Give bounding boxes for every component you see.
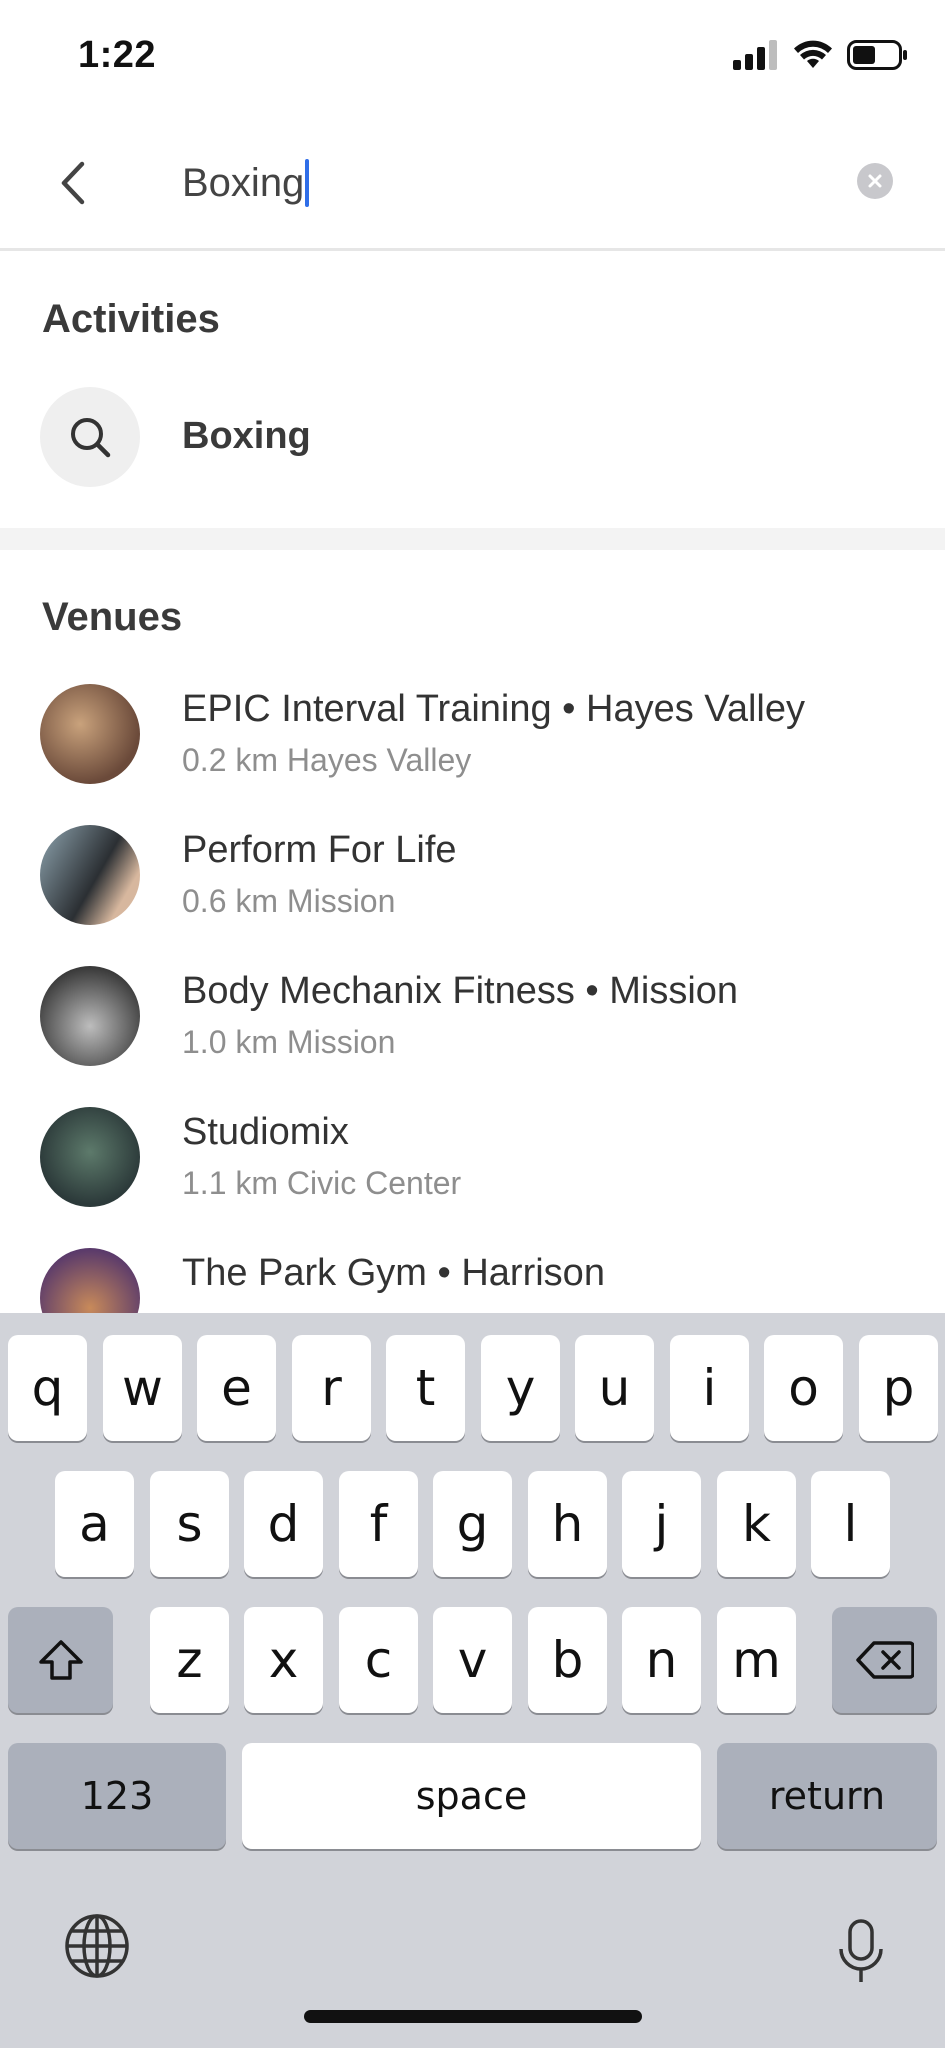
venue-distance: 0.2 km Hayes Valley [182, 742, 472, 778]
key-i[interactable]: i [670, 1335, 749, 1441]
key-y[interactable]: y [481, 1335, 560, 1441]
venue-name: Perform For Life [182, 829, 457, 871]
wifi-icon [794, 40, 832, 68]
key-s[interactable]: s [150, 1471, 229, 1577]
backspace-icon [855, 1641, 914, 1679]
space-key[interactable]: space [242, 1743, 701, 1849]
key-j[interactable]: j [622, 1471, 701, 1577]
section-divider [0, 528, 945, 550]
venue-distance: 1.0 km Mission [182, 1024, 396, 1060]
venue-avatar [40, 684, 140, 784]
key-p[interactable]: p [859, 1335, 938, 1441]
venue-avatar [40, 966, 140, 1066]
status-bar: 1:22 [0, 0, 945, 115]
venue-item[interactable]: Body Mechanix Fitness • Mission 1.0 km M… [0, 962, 945, 1082]
numbers-key-label: 123 [80, 1774, 154, 1818]
venue-name: Studiomix [182, 1111, 349, 1153]
key-h[interactable]: h [528, 1471, 607, 1577]
activity-label: Boxing [182, 415, 311, 457]
home-indicator [304, 2010, 642, 2023]
return-key-label: return [768, 1774, 886, 1818]
venue-distance: 1.1 km Civic Center [182, 1165, 462, 1201]
key-l[interactable]: l [811, 1471, 890, 1577]
dictation-key[interactable] [836, 1919, 886, 1985]
status-icons [733, 40, 909, 70]
chevron-left-icon [61, 161, 85, 205]
close-icon [868, 174, 882, 188]
key-x[interactable]: x [244, 1607, 323, 1713]
key-b[interactable]: b [528, 1607, 607, 1713]
venue-distance: 0.6 km Mission [182, 883, 396, 919]
key-g[interactable]: g [433, 1471, 512, 1577]
shift-arrow-icon [38, 1640, 83, 1680]
activities-section-title: Activities [42, 297, 220, 341]
venue-avatar [40, 825, 140, 925]
shift-key[interactable] [8, 1607, 113, 1713]
key-w[interactable]: w [103, 1335, 182, 1441]
key-a[interactable]: a [55, 1471, 134, 1577]
delete-key[interactable] [832, 1607, 937, 1713]
activity-item[interactable]: Boxing [0, 385, 945, 489]
key-k[interactable]: k [717, 1471, 796, 1577]
key-t[interactable]: t [386, 1335, 465, 1441]
clear-search-button[interactable] [857, 163, 893, 199]
key-o[interactable]: o [764, 1335, 843, 1441]
search-icon [71, 418, 111, 458]
battery-icon [847, 40, 907, 70]
status-time: 1:22 [78, 34, 157, 76]
key-m[interactable]: m [717, 1607, 796, 1713]
search-header [0, 115, 945, 251]
venue-avatar [40, 1107, 140, 1207]
key-d[interactable]: d [244, 1471, 323, 1577]
key-e[interactable]: e [197, 1335, 276, 1441]
venue-name: EPIC Interval Training • Hayes Valley [182, 688, 805, 730]
key-r[interactable]: r [292, 1335, 371, 1441]
back-button[interactable] [44, 155, 100, 211]
space-key-label: space [415, 1774, 528, 1818]
globe-icon [65, 1914, 129, 1978]
activity-icon-circle [40, 387, 140, 487]
microphone-icon [839, 1919, 883, 1982]
search-input[interactable] [182, 151, 822, 215]
text-cursor [305, 159, 309, 207]
key-v[interactable]: v [433, 1607, 512, 1713]
venue-name: The Park Gym • Harrison [182, 1252, 605, 1294]
key-z[interactable]: z [150, 1607, 229, 1713]
key-u[interactable]: u [575, 1335, 654, 1441]
return-key[interactable]: return [717, 1743, 937, 1849]
key-c[interactable]: c [339, 1607, 418, 1713]
cellular-signal-icon [733, 40, 777, 70]
venue-name: Body Mechanix Fitness • Mission [182, 970, 739, 1012]
venue-item[interactable]: Studiomix 1.1 km Civic Center [0, 1103, 945, 1223]
globe-key[interactable] [64, 1913, 130, 1979]
venue-item[interactable]: EPIC Interval Training • Hayes Valley 0.… [0, 680, 945, 800]
venues-section-title: Venues [42, 595, 183, 639]
key-q[interactable]: q [8, 1335, 87, 1441]
key-n[interactable]: n [622, 1607, 701, 1713]
key-f[interactable]: f [339, 1471, 418, 1577]
venue-item[interactable]: Perform For Life 0.6 km Mission [0, 821, 945, 941]
keyboard: q w e r t y u i o p a s d f g h j k l z … [0, 1313, 945, 2048]
numbers-key[interactable]: 123 [8, 1743, 226, 1849]
